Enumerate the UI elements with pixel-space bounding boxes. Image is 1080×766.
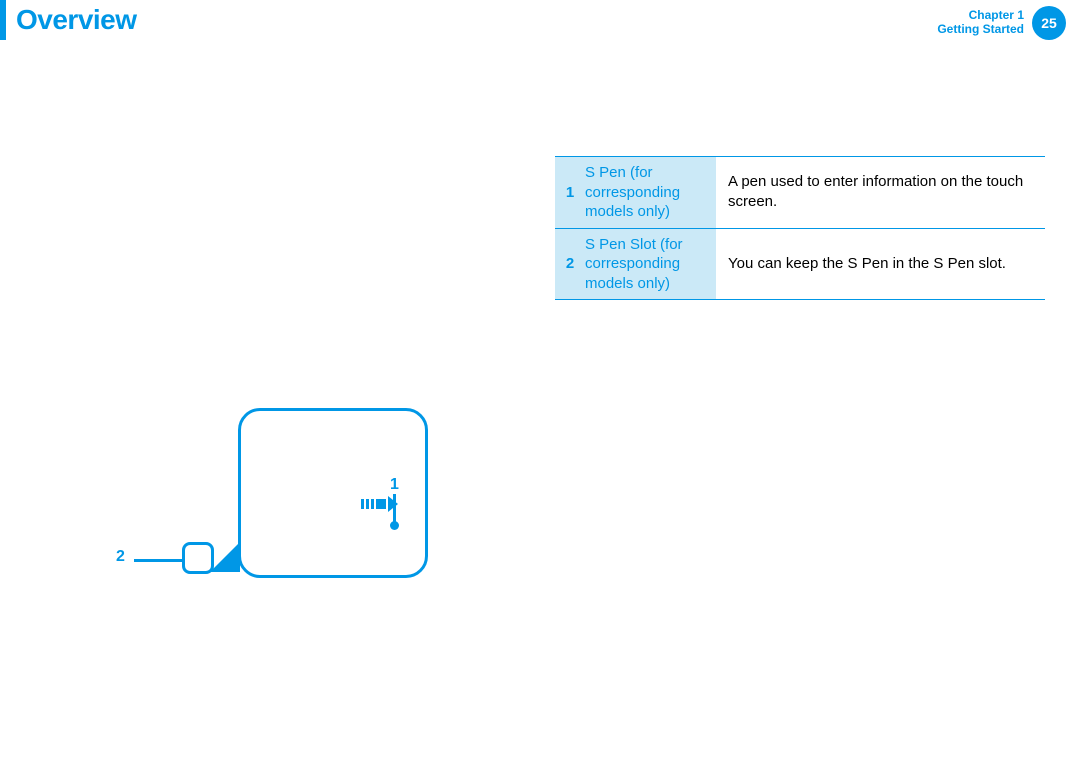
device-diagram: 2 1 bbox=[120, 408, 440, 608]
page-number-badge: 25 bbox=[1032, 6, 1066, 40]
chapter-line2: Getting Started bbox=[937, 22, 1024, 36]
row-label: S Pen (for corresponding models only) bbox=[585, 157, 716, 229]
page-title: Overview bbox=[16, 4, 137, 36]
row-description: You can keep the S Pen in the S Pen slot… bbox=[716, 228, 1045, 300]
page: Overview Chapter 1 Getting Started 25 1 … bbox=[0, 0, 1080, 766]
title-accent-bar bbox=[0, 0, 6, 40]
device-outline bbox=[238, 408, 428, 578]
table-row: 1 S Pen (for corresponding models only) … bbox=[555, 157, 1045, 229]
s-pen-slot bbox=[182, 542, 214, 574]
slot-wedge bbox=[210, 542, 240, 572]
row-label: S Pen Slot (for corresponding models onl… bbox=[585, 228, 716, 300]
callout-number-2: 2 bbox=[116, 548, 125, 566]
callout-line-2 bbox=[134, 559, 182, 562]
callout-number-1: 1 bbox=[390, 476, 399, 494]
chapter-label: Chapter 1 Getting Started bbox=[937, 8, 1024, 37]
parts-table: 1 S Pen (for corresponding models only) … bbox=[555, 156, 1045, 300]
row-description: A pen used to enter information on the t… bbox=[716, 157, 1045, 229]
chapter-line1: Chapter 1 bbox=[937, 8, 1024, 22]
row-number: 1 bbox=[555, 157, 585, 229]
s-pen-tip bbox=[390, 521, 399, 530]
row-number: 2 bbox=[555, 228, 585, 300]
table-row: 2 S Pen Slot (for corresponding models o… bbox=[555, 228, 1045, 300]
insert-arrow-icon bbox=[361, 499, 398, 509]
